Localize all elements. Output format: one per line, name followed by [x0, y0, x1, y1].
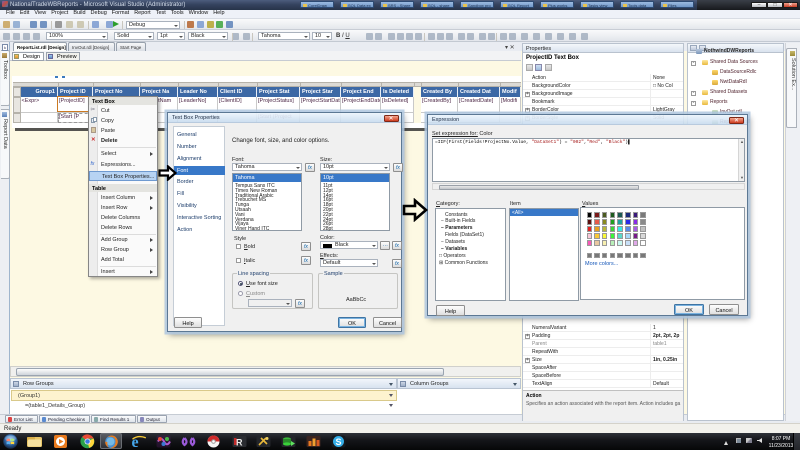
svg-text:S: S [336, 437, 342, 447]
svg-text:R: R [236, 438, 243, 448]
